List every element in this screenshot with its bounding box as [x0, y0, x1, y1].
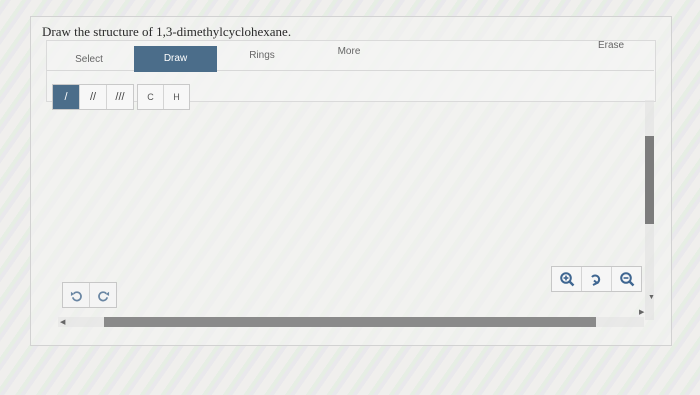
undo-icon[interactable]: [63, 283, 90, 307]
single-bond-button[interactable]: /: [53, 85, 80, 109]
carbon-atom-button[interactable]: C: [138, 85, 164, 109]
triple-bond-button[interactable]: ///: [107, 85, 133, 109]
redo-icon[interactable]: [90, 283, 116, 307]
tab-draw[interactable]: Draw: [134, 46, 217, 72]
tab-rings[interactable]: Rings: [247, 44, 277, 68]
zoom-in-icon[interactable]: [552, 267, 582, 291]
reset-zoom-icon[interactable]: [582, 267, 612, 291]
scroll-down-arrow-icon[interactable]: ▼: [648, 294, 655, 301]
horizontal-scroll-thumb[interactable]: [104, 317, 596, 327]
scroll-left-arrow-icon[interactable]: ◀: [60, 318, 65, 326]
zoom-out-icon[interactable]: [612, 267, 641, 291]
hydrogen-atom-button[interactable]: H: [164, 85, 189, 109]
erase-button[interactable]: Erase: [598, 40, 624, 51]
bond-tools: / // ///: [52, 84, 134, 110]
vertical-scroll-thumb[interactable]: [645, 136, 654, 224]
scroll-right-arrow-icon[interactable]: ▶: [639, 308, 644, 316]
tab-select[interactable]: Select: [74, 48, 104, 72]
history-tools: [62, 282, 117, 308]
question-text: Draw the structure of 1,3-dimethylcycloh…: [42, 24, 292, 39]
atom-tools: C H: [137, 84, 190, 110]
zoom-tools: [551, 266, 642, 292]
double-bond-button[interactable]: //: [80, 85, 107, 109]
tab-more[interactable]: More: [334, 40, 364, 64]
